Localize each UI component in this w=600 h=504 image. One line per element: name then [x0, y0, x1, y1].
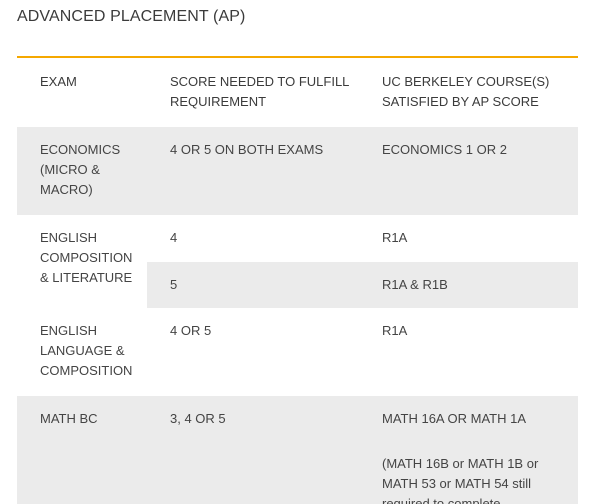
column-header-course: UC BERKELEY COURSE(S) SATISFIED BY AP SC…	[382, 74, 550, 109]
score-cell: 3, 4 OR 5	[147, 396, 359, 504]
score-cell: 4 OR 5 ON BOTH EXAMS	[147, 127, 359, 215]
column-header-score: SCORE NEEDED TO FULFILL REQUIREMENT	[170, 74, 349, 109]
course-cell: R1A	[382, 323, 408, 338]
course-value: MATH 16A OR MATH 1A	[382, 411, 526, 426]
score-cell: 4	[170, 230, 178, 245]
exam-cell: ECONOMICS (MICRO & MACRO)	[17, 127, 147, 215]
course-cell: ECONOMICS 1 OR 2	[359, 127, 578, 215]
course-note: (MATH 16B or MATH 1B or MATH 53 or MATH …	[382, 456, 539, 504]
exam-cell: MATH BC	[17, 396, 147, 504]
course-cell: R1A & R1B	[359, 262, 578, 308]
page: ADVANCED PLACEMENT (AP) EXAM SCORE NEEDE…	[0, 0, 600, 504]
course-cell: R1A	[382, 230, 408, 245]
exam-cell: ENGLISH LANGUAGE & COMPOSITION	[40, 323, 133, 378]
table-row-english-lang-comp: ENGLISH LANGUAGE & COMPOSITION 4 OR 5 R1…	[17, 308, 578, 396]
score-cell: 5	[147, 262, 359, 308]
ap-requirements-table: EXAM SCORE NEEDED TO FULFILL REQUIREMENT…	[17, 58, 578, 504]
table-row-english-comp-lit: ENGLISH COMPOSITION & LITERATURE 4 R1A	[17, 215, 578, 308]
table-row-economics: ECONOMICS (MICRO & MACRO) 4 OR 5 ON BOTH…	[17, 127, 578, 215]
score-cell: 4 OR 5	[170, 323, 212, 338]
column-header-exam: EXAM	[40, 74, 77, 89]
course-cell: MATH 16A OR MATH 1A (MATH 16B or MATH 1B…	[359, 396, 578, 504]
ap-table-container: EXAM SCORE NEEDED TO FULFILL REQUIREMENT…	[17, 56, 578, 504]
section-title: ADVANCED PLACEMENT (AP)	[17, 8, 246, 25]
exam-cell: ENGLISH COMPOSITION & LITERATURE	[17, 215, 147, 308]
table-row-math-bc: MATH BC 3, 4 OR 5 MATH 16A OR MATH 1A (M…	[17, 396, 578, 504]
table-header-row: EXAM SCORE NEEDED TO FULFILL REQUIREMENT…	[17, 58, 578, 127]
